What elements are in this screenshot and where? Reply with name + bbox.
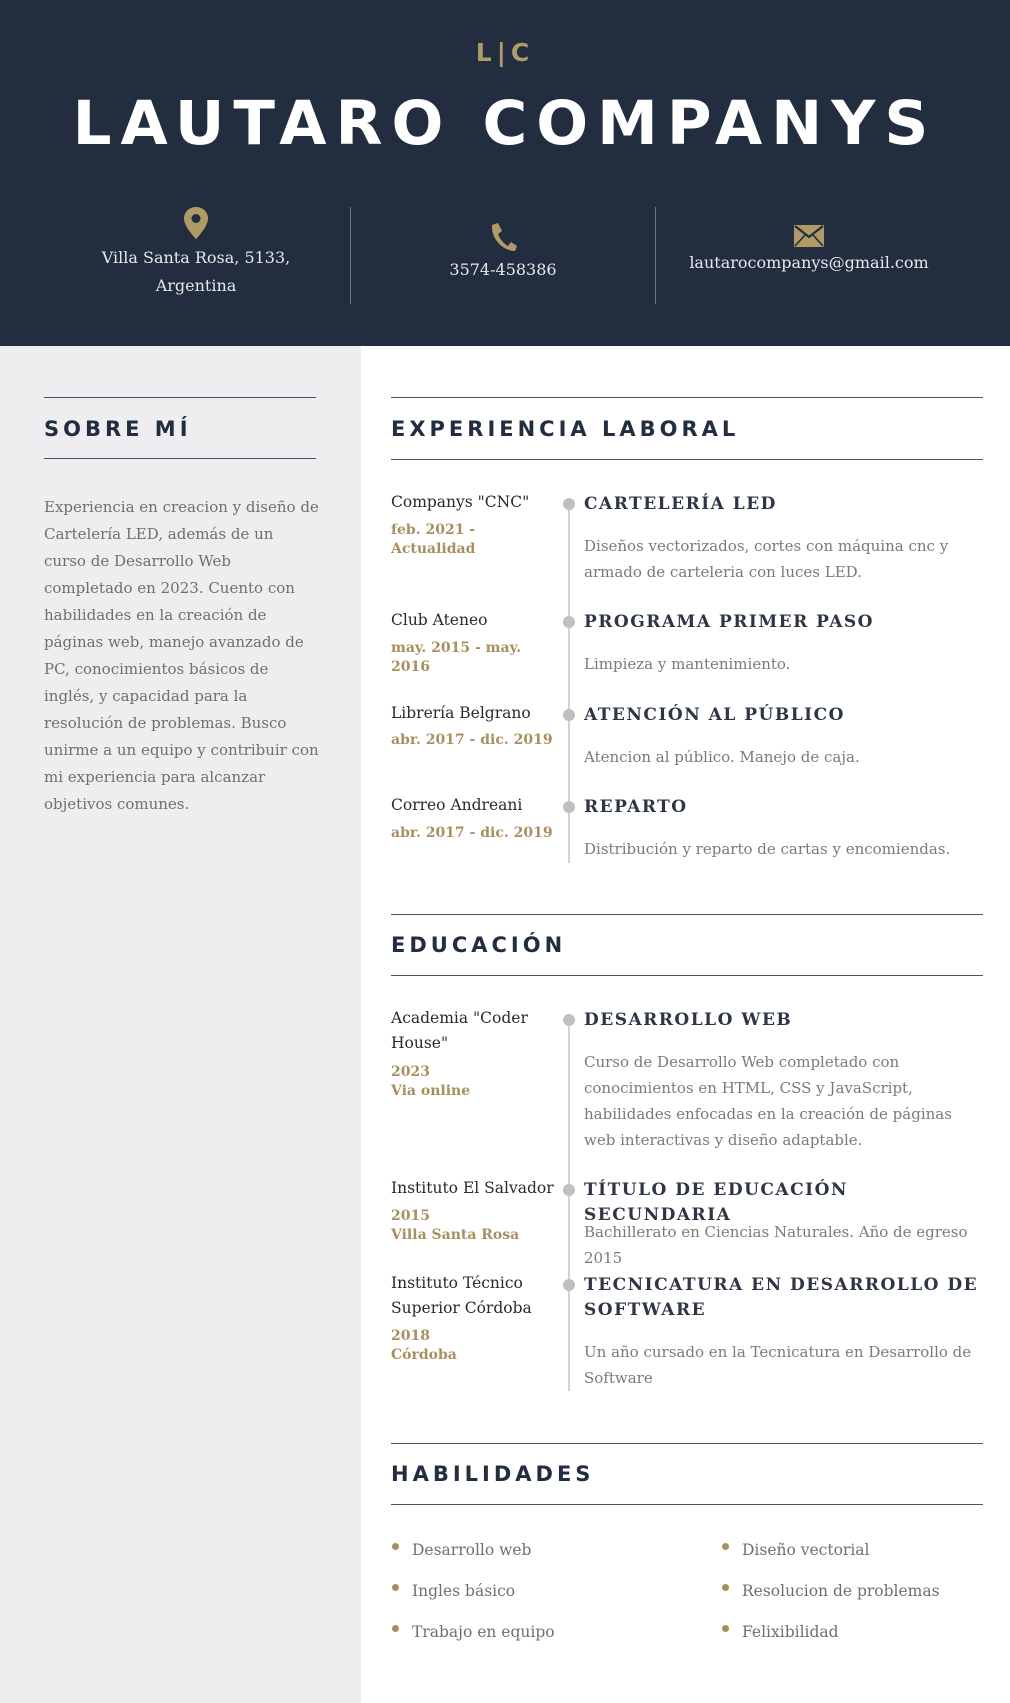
entry-organization: Instituto Técnico Superior Córdoba <box>391 1274 532 1317</box>
timeline-dot <box>563 616 575 628</box>
entry-organization: Librería Belgrano <box>391 704 531 722</box>
skill-label: Ingles básico <box>412 1582 516 1600</box>
entry-role: DESARROLLO WEB <box>584 1010 793 1030</box>
entry-description: Atencion al público. Manejo de caja. <box>584 748 860 766</box>
entry-place: Córdoba <box>391 1347 457 1363</box>
experience-title: EXPERIENCIA LABORAL <box>391 417 740 441</box>
about-title: SOBRE MÍ <box>44 417 192 441</box>
entry-description: Distribución y reparto de cartas y encom… <box>584 840 951 858</box>
monogram: L|C <box>475 38 535 67</box>
resume-header: L|C LAUTARO COMPANYS Villa Santa Rosa, 5… <box>0 0 1010 346</box>
entry-description: Limpieza y mantenimiento. <box>584 655 791 673</box>
section-rule <box>391 1504 983 1505</box>
bullet-dot <box>392 1584 399 1591</box>
entry-place: Via online <box>391 1083 471 1099</box>
timeline-dot <box>563 1014 575 1026</box>
entry-organization: Club Ateneo <box>391 611 488 629</box>
entry-date: abr. 2017 - dic. 2019 <box>391 825 553 841</box>
entry-role: ATENCIÓN AL PÚBLICO <box>584 705 845 725</box>
skill-label: Resolucion de problemas <box>742 1582 940 1600</box>
entry-description: Bachillerato en Ciencias Naturales. Año … <box>584 1223 968 1267</box>
timeline-dot <box>563 1184 575 1196</box>
timeline-dot <box>563 801 575 813</box>
skill-label: Diseño vectorial <box>742 1541 870 1559</box>
entry-organization: Instituto El Salvador <box>391 1179 554 1197</box>
entry-date: 2015 <box>391 1208 430 1224</box>
entry-role: REPARTO <box>584 797 688 817</box>
entry-organization: Companys "CNC" <box>391 493 530 511</box>
address-line-1: Villa Santa Rosa, 5133, <box>101 248 291 267</box>
section-rule <box>391 459 983 460</box>
entry-date: 2023 <box>391 1064 430 1080</box>
entry-organization: Academia "Coder House" <box>391 1009 528 1052</box>
bullet-dot <box>722 1625 729 1632</box>
entry-role: TECNICATURA EN DESARROLLO DE SOFTWARE <box>584 1275 979 1320</box>
phone-icon <box>491 223 517 251</box>
education-timeline <box>568 1021 570 1391</box>
email-address[interactable]: lautarocompanys@gmail.com <box>655 249 963 277</box>
about-text: Experiencia en creacion y diseño de Cart… <box>44 498 319 813</box>
section-rule <box>391 397 983 398</box>
bullet-dot <box>722 1543 729 1550</box>
entry-place: Villa Santa Rosa <box>391 1227 520 1243</box>
timeline-dot <box>563 498 575 510</box>
bullet-dot <box>392 1543 399 1550</box>
entry-role: CARTELERÍA LED <box>584 494 777 514</box>
envelope-icon <box>794 225 824 247</box>
entry-date: abr. 2017 - dic. 2019 <box>391 732 553 748</box>
contact-address: Villa Santa Rosa, 5133, Argentina <box>42 206 350 300</box>
entry-role: PROGRAMA PRIMER PASO <box>584 612 874 632</box>
entry-description: Curso de Desarrollo Web completado con c… <box>584 1053 952 1149</box>
entry-organization: Correo Andreani <box>391 796 523 814</box>
entry-date: may. 2015 - may. 2016 <box>391 640 521 675</box>
address-line-2: Argentina <box>155 276 237 295</box>
entry-date: feb. 2021 - Actualidad <box>391 522 476 557</box>
skills-title: HABILIDADES <box>391 1462 595 1486</box>
location-pin-icon <box>184 207 208 239</box>
contact-phone: 3574-458386 <box>349 222 657 284</box>
timeline-dot <box>563 1279 575 1291</box>
section-rule <box>391 914 983 915</box>
education-title: EDUCACIÓN <box>391 933 567 957</box>
section-rule <box>391 1443 983 1444</box>
section-rule <box>44 397 316 398</box>
bullet-dot <box>392 1625 399 1632</box>
skill-label: Trabajo en equipo <box>412 1623 555 1641</box>
full-name: LAUTARO COMPANYS <box>72 88 938 159</box>
skill-label: Desarrollo web <box>412 1541 532 1559</box>
phone-number[interactable]: 3574-458386 <box>349 256 657 284</box>
bullet-dot <box>722 1584 729 1591</box>
section-rule <box>44 458 316 459</box>
contact-email: lautarocompanys@gmail.com <box>655 225 963 277</box>
section-rule <box>391 975 983 976</box>
timeline-dot <box>563 709 575 721</box>
entry-date: 2018 <box>391 1328 430 1344</box>
skill-label: Felixibilidad <box>742 1623 839 1641</box>
entry-description: Un año cursado en la Tecnicatura en Desa… <box>584 1343 972 1387</box>
entry-description: Diseños vectorizados, cortes con máquina… <box>584 537 949 581</box>
